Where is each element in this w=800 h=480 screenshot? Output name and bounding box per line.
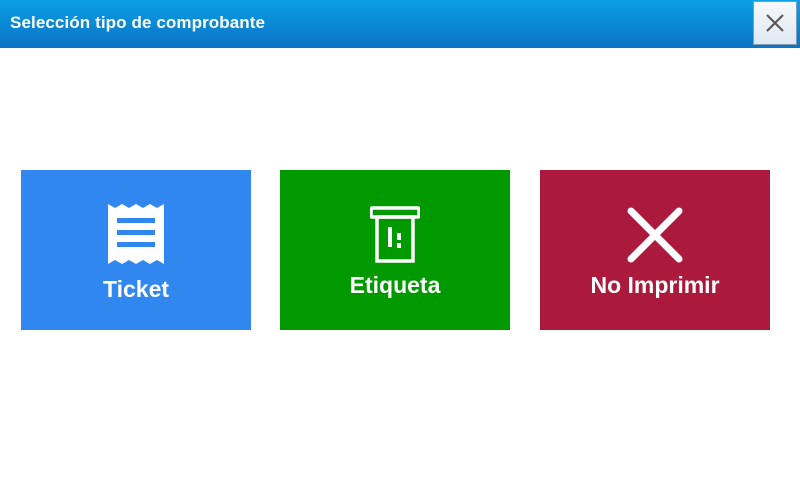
close-button[interactable] [753, 1, 797, 45]
dialog-title: Selección tipo de comprobante [10, 13, 266, 32]
no-imprimir-label: No Imprimir [590, 272, 720, 298]
dialog-titlebar: Selección tipo de comprobante [0, 0, 800, 48]
close-icon [764, 12, 786, 34]
etiqueta-label: Etiqueta [349, 272, 441, 298]
no-imprimir-option-button[interactable]: No Imprimir [540, 170, 770, 330]
ticket-label: Ticket [102, 276, 170, 302]
receipt-icon [21, 204, 251, 264]
ticket-option-button[interactable]: Ticket [21, 170, 251, 330]
etiqueta-option-button[interactable]: Etiqueta [280, 170, 510, 330]
dialog-window: Selección tipo de comprobante Ticket Eti… [0, 0, 800, 480]
close-x-icon [540, 207, 770, 263]
label-printer-icon [280, 206, 510, 264]
